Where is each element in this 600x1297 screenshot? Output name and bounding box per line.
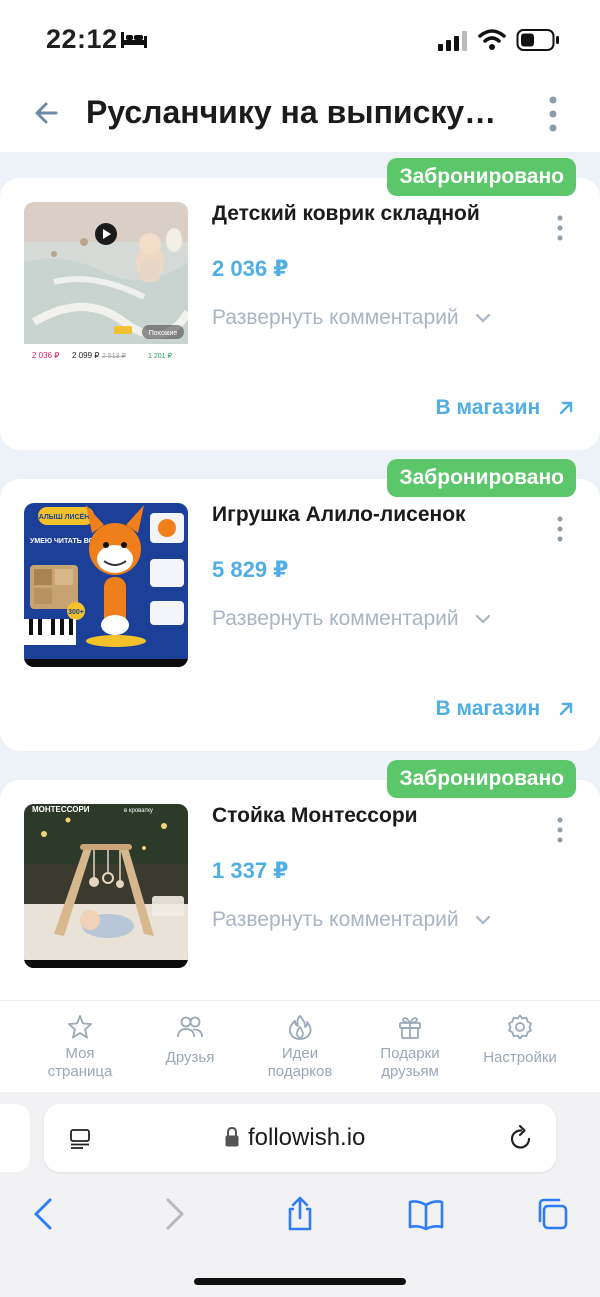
nav-settings[interactable]: Настройки xyxy=(470,1013,570,1067)
address-bar[interactable]: followish.io xyxy=(44,1104,556,1172)
more-options-icon[interactable] xyxy=(540,94,566,134)
expand-comment-toggle[interactable]: Развернуть комментарий xyxy=(212,306,491,330)
product-image[interactable]: Похожие 2 036 ₽ 2 099 ₽ 2 513 ₽ 1 201 ₽ xyxy=(24,202,188,366)
thumb-old-price-text: 2 513 ₽ xyxy=(102,352,126,360)
external-arrow-icon xyxy=(559,703,573,716)
thumb-text-1: МОНТЕССОРИ xyxy=(32,805,90,814)
gear-icon xyxy=(508,1014,532,1040)
fire-icon xyxy=(288,1015,312,1040)
bottom-nav: Моя страница Друзья Идеи подарков Подарк… xyxy=(0,1000,600,1092)
share-icon[interactable] xyxy=(282,1196,318,1232)
status-time: 22:12 xyxy=(46,24,118,54)
bed-icon xyxy=(121,32,147,48)
nav-label: Подарки xyxy=(380,1045,440,1062)
chevron-down-icon xyxy=(476,314,491,324)
reload-icon[interactable] xyxy=(508,1124,534,1152)
item-price: 2 036 ₽ xyxy=(212,256,289,281)
wish-card[interactable]: Забронировано МАЛЫШ ЛИСЁНОК УМЕЮ ЧИТАТЬ … xyxy=(0,459,600,751)
expand-comment-label: Развернуть комментарий xyxy=(212,306,459,329)
cellular-signal-icon xyxy=(438,31,467,51)
thumb-text-2: в кроватку xyxy=(124,808,153,814)
home-indicator xyxy=(194,1278,406,1285)
thumb-price2-text: 2 099 ₽ xyxy=(72,351,99,360)
wish-card[interactable]: Забронировано МОНТЕССОРИ в кроватку Стой… xyxy=(0,760,600,1000)
page-title: Русланчику на выписку… xyxy=(86,94,497,130)
battery-icon xyxy=(516,29,559,51)
star-icon xyxy=(68,1015,92,1039)
browser-forward-icon[interactable] xyxy=(156,1196,192,1232)
expand-comment-toggle[interactable]: Развернуть комментарий xyxy=(212,607,491,631)
browser-back-icon[interactable] xyxy=(26,1196,62,1232)
app-header: Русланчику на выписку… xyxy=(0,80,600,152)
product-image[interactable]: МАЛЫШ ЛИСЁНОК УМЕЮ ЧИТАТЬ ВСЛУХ! 300+ xyxy=(24,503,188,667)
reserved-badge: Забронировано xyxy=(387,459,576,497)
wifi-icon xyxy=(478,29,506,50)
previous-tab-peek[interactable] xyxy=(0,1104,30,1172)
montessori-stand-photo: МОНТЕССОРИ в кроватку xyxy=(24,804,188,968)
wish-card[interactable]: Забронировано Похожие 2 036 ₽ 2 099 ₽ 2 … xyxy=(0,158,600,450)
item-more-icon[interactable] xyxy=(548,816,572,844)
lock-icon xyxy=(225,1126,239,1147)
wishlist: Забронировано Похожие 2 036 ₽ 2 099 ₽ 2 … xyxy=(0,152,600,1000)
status-bar: 22:12 xyxy=(0,0,600,80)
reserved-badge: Забронировано xyxy=(387,158,576,196)
thumb-text-3: 300+ xyxy=(68,609,84,616)
shop-link-label: В магазин xyxy=(435,396,541,419)
item-name[interactable]: Игрушка Алило-лисенок xyxy=(212,503,466,527)
browser-toolbar: followish.io xyxy=(0,1092,600,1297)
expand-comment-label: Развернуть комментарий xyxy=(212,607,459,630)
nav-gifts-to-friends[interactable]: Подарки друзьям xyxy=(360,1013,460,1081)
item-more-icon[interactable] xyxy=(548,214,572,242)
fox-toy-photo: МАЛЫШ ЛИСЁНОК УМЕЮ ЧИТАТЬ ВСЛУХ! 300+ xyxy=(24,503,188,667)
external-arrow-icon xyxy=(559,402,573,415)
go-to-shop-link[interactable]: В магазин xyxy=(436,697,575,721)
go-to-shop-link[interactable]: В магазин xyxy=(436,396,575,420)
item-more-icon[interactable] xyxy=(548,515,572,543)
chevron-down-icon xyxy=(476,916,491,926)
expand-comment-toggle[interactable]: Развернуть комментарий xyxy=(212,908,491,932)
bookmarks-icon[interactable] xyxy=(408,1196,444,1232)
nav-label: Настройки xyxy=(483,1049,557,1066)
item-name[interactable]: Детский коврик складной xyxy=(212,202,480,226)
shop-link-label: В магазин xyxy=(435,697,541,720)
nav-label: подарков xyxy=(267,1063,333,1080)
nav-label: Моя xyxy=(65,1045,95,1062)
thumb-bonus-text: 1 201 ₽ xyxy=(148,352,172,360)
nav-label: Друзья xyxy=(165,1049,215,1066)
nav-label: Идеи xyxy=(281,1045,319,1062)
nav-label: друзьям xyxy=(381,1063,439,1080)
thumb-similar-text: Похожие xyxy=(149,330,178,337)
thumb-price-text: 2 036 ₽ xyxy=(32,351,59,360)
reserved-badge: Забронировано xyxy=(387,760,576,798)
friends-icon xyxy=(177,1016,203,1038)
item-price: 5 829 ₽ xyxy=(212,557,289,582)
nav-friends[interactable]: Друзья xyxy=(140,1013,240,1067)
chevron-down-icon xyxy=(476,615,491,625)
gift-icon xyxy=(399,1017,421,1039)
url-text: followish.io xyxy=(248,1124,366,1151)
item-price: 1 337 ₽ xyxy=(212,858,289,883)
expand-comment-label: Развернуть комментарий xyxy=(212,908,459,931)
product-image[interactable]: МОНТЕССОРИ в кроватку xyxy=(24,804,188,968)
page-menu-icon[interactable] xyxy=(68,1126,92,1150)
mat-photo: Похожие 2 036 ₽ 2 099 ₽ 2 513 ₽ 1 201 ₽ xyxy=(24,202,188,366)
back-arrow-icon[interactable] xyxy=(30,96,64,130)
tabs-icon[interactable] xyxy=(534,1196,570,1232)
item-name[interactable]: Стойка Монтессори xyxy=(212,804,418,828)
nav-label: страница xyxy=(47,1063,113,1080)
nav-gift-ideas[interactable]: Идеи подарков xyxy=(250,1013,350,1081)
nav-my-page[interactable]: Моя страница xyxy=(30,1013,130,1081)
